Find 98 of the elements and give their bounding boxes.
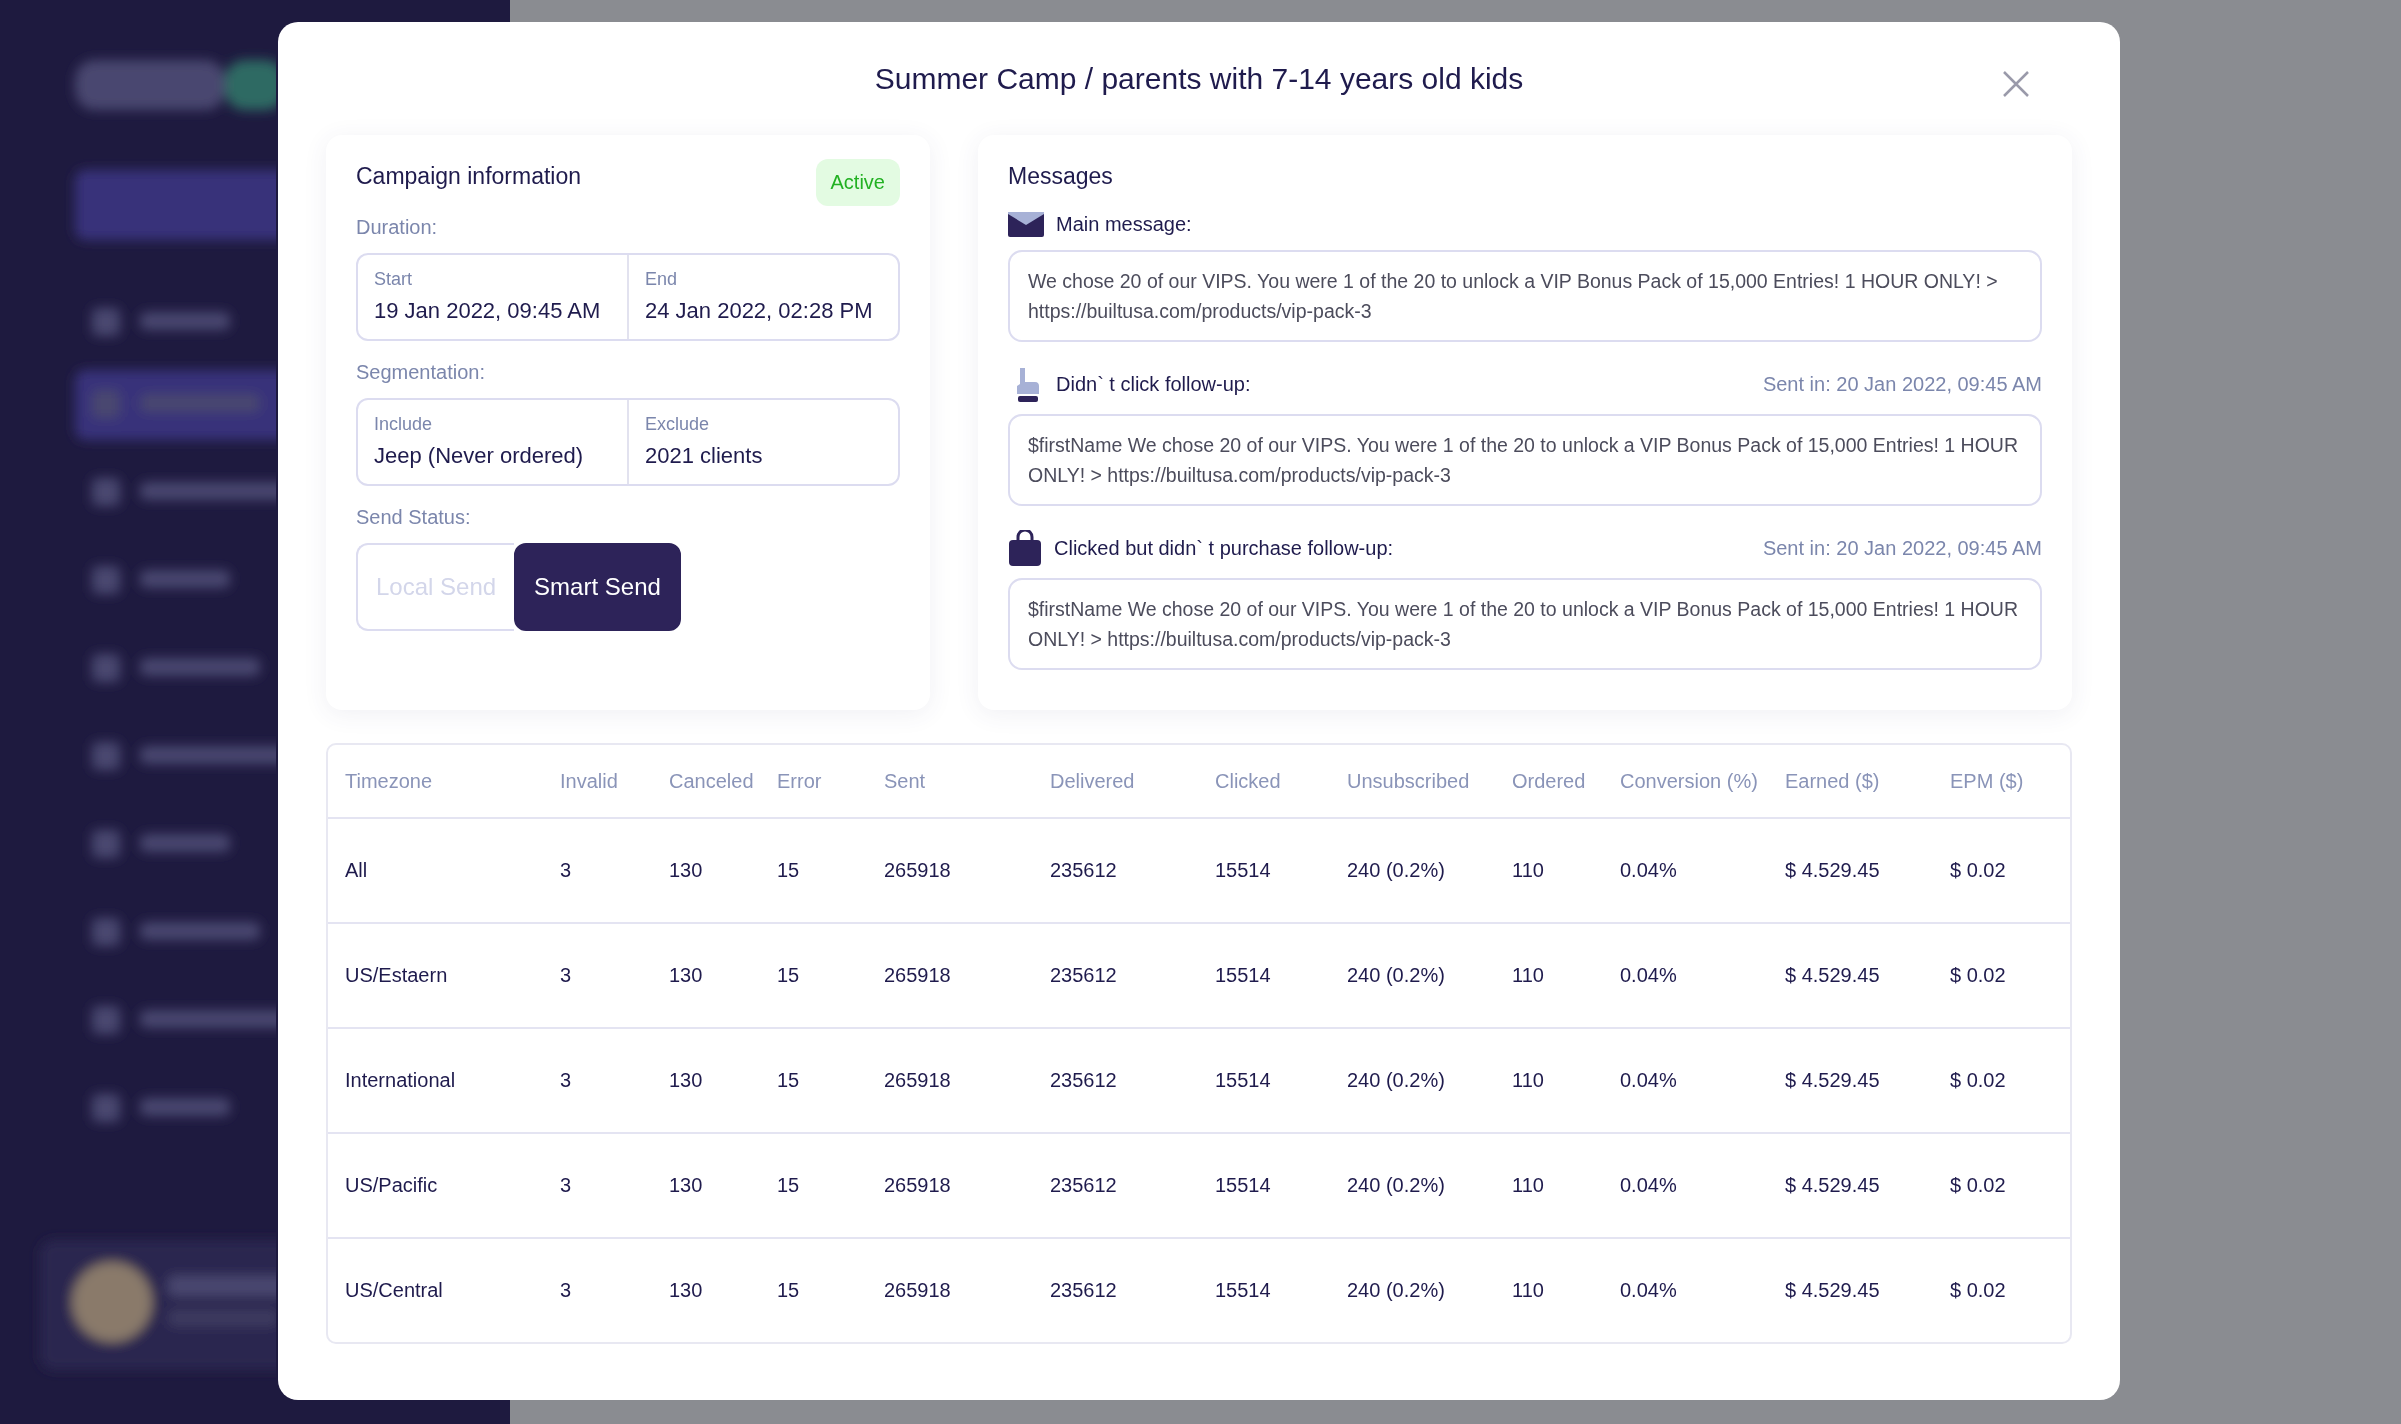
table-cell-text: US/Central xyxy=(344,1278,444,1303)
table-cell: 15514 xyxy=(1198,924,1330,1029)
table-cell: 240 (0.2%) xyxy=(1330,1029,1495,1134)
field-label: Exclude xyxy=(645,414,711,435)
send-option[interactable]: Smart Send xyxy=(514,543,681,631)
sent-time: Sent in: 20 Jan 2022, 09:45 AM xyxy=(1762,372,2042,396)
table-cell: US/Pacific xyxy=(328,1134,543,1239)
message-label: Clicked but didn` t purchase follow-up: xyxy=(1054,536,1395,560)
table-cell: 110 xyxy=(1495,924,1603,1029)
message-label: Main message: xyxy=(1056,212,1193,236)
section-label: Send Status: xyxy=(356,506,472,529)
column-header: Error xyxy=(760,745,867,819)
table-cell: 240 (0.2%) xyxy=(1330,819,1495,924)
column-header: Earned ($) xyxy=(1768,745,1933,819)
table-cell-text: 265918 xyxy=(883,1278,952,1303)
table-cell: 15 xyxy=(760,819,867,924)
table-cell: 3 xyxy=(543,1134,652,1239)
table-cell: 130 xyxy=(652,924,760,1029)
modal-title: Summer Camp / parents with 7-14 years old kids xyxy=(874,61,1524,96)
field-label: Start xyxy=(374,269,413,290)
column-header: Invalid xyxy=(543,745,652,819)
table-cell: 15 xyxy=(760,1029,867,1134)
table-cell: 0.04% xyxy=(1603,819,1768,924)
table-cell: US/Estaern xyxy=(328,924,543,1029)
field-label: End xyxy=(645,269,679,290)
table-cell: 235612 xyxy=(1033,924,1198,1029)
table-cell: All xyxy=(328,819,543,924)
column-header: Ordered xyxy=(1495,745,1603,819)
table-cell-text: 3 xyxy=(559,1278,573,1303)
table-cell-text: 130 xyxy=(668,1278,704,1303)
section-label: Segmentation: xyxy=(356,361,486,384)
table-cell: 15514 xyxy=(1198,1029,1330,1134)
section-label: Duration: xyxy=(356,216,439,239)
table-cell: 235612 xyxy=(1033,1134,1198,1239)
message-label: Didn` t click follow-up: xyxy=(1056,372,1252,396)
table-cell: $ 4.529.45 xyxy=(1768,1134,1933,1239)
table-cell: $ 0.02 xyxy=(1933,1134,2070,1239)
column-header: Unsubscribed xyxy=(1330,745,1495,819)
table-cell-text: 235612 xyxy=(1049,1278,1118,1303)
table-cell: 235612 xyxy=(1033,1029,1198,1134)
table-cell: $ 0.02 xyxy=(1933,924,2070,1029)
table-cell-text: 0.04% xyxy=(1619,1278,1678,1303)
envelope-icon xyxy=(1008,210,1044,238)
column-header: Clicked xyxy=(1198,745,1330,819)
table-cell: 235612 xyxy=(1033,819,1198,924)
column-header: Timezone xyxy=(328,745,543,819)
message-text: $firstName We chose 20 of our VIPS. You were 1 of the 20 to unlock a VIP Bonus Pack of 15,000 Entries! 1 HOUR ONLY! > https://builtusa.com/products/vip-pack-3 xyxy=(1008,414,2042,506)
table-cell: 130 xyxy=(652,819,760,924)
column-header: Conversion (%) xyxy=(1603,745,1768,819)
table-cell: 265918 xyxy=(867,819,1033,924)
table-cell: $ 0.02 xyxy=(1933,819,2070,924)
table-cell-text: 15514 xyxy=(1214,1278,1272,1303)
column-header: Canceled xyxy=(652,745,760,819)
table-cell: 0.04% xyxy=(1603,1134,1768,1239)
table-cell: 3 xyxy=(543,924,652,1029)
table-cell: 265918 xyxy=(867,924,1033,1029)
status-badge: Active xyxy=(815,159,900,206)
table-cell: 110 xyxy=(1495,819,1603,924)
table-cell: International xyxy=(328,1029,543,1134)
table-cell: $ 4.529.45 xyxy=(1768,1029,1933,1134)
table-cell: 3 xyxy=(543,1029,652,1134)
table-cell: 15 xyxy=(760,1134,867,1239)
field-value: 19 Jan 2022, 09:45 AM xyxy=(374,298,602,324)
field-label: Include xyxy=(374,414,434,435)
table-cell: 240 (0.2%) xyxy=(1330,1134,1495,1239)
table-cell: 110 xyxy=(1495,1134,1603,1239)
table-cell: $ 0.02 xyxy=(1933,1029,2070,1134)
field-value: 24 Jan 2022, 02:28 PM xyxy=(645,298,874,324)
table-cell-text: 240 (0.2%) xyxy=(1346,1278,1446,1303)
message-text: $firstName We chose 20 of our VIPS. You were 1 of the 20 to unlock a VIP Bonus Pack of 15,000 Entries! 1 HOUR ONLY! > https://builtusa.com/products/vip-pack-3 xyxy=(1008,578,2042,670)
table-cell: 130 xyxy=(652,1029,760,1134)
card-title: Campaign information xyxy=(356,163,581,190)
card-title: Messages xyxy=(1008,163,1114,190)
table-cell: 15514 xyxy=(1198,1134,1330,1239)
column-header: Delivered xyxy=(1033,745,1198,819)
table-cell: 110 xyxy=(1495,1029,1603,1134)
table-cell: 15514 xyxy=(1198,819,1330,924)
field-value: 2021 clients xyxy=(645,443,764,469)
table-cell: 265918 xyxy=(867,1134,1033,1239)
column-header: EPM ($) xyxy=(1933,745,2070,819)
column-header: Sent xyxy=(867,745,1033,819)
table-cell-text: $ 4.529.45 xyxy=(1784,1278,1881,1303)
table-cell: 130 xyxy=(652,1134,760,1239)
shopping-bag-icon xyxy=(1008,530,1042,566)
field-value: Jeep (Never ordered) xyxy=(374,443,585,469)
table-cell: 0.04% xyxy=(1603,1029,1768,1134)
table-cell: $ 4.529.45 xyxy=(1768,819,1933,924)
table-cell: 15 xyxy=(760,924,867,1029)
table-cell: $ 4.529.45 xyxy=(1768,924,1933,1029)
table-cell: 240 (0.2%) xyxy=(1330,924,1495,1029)
message-text: We chose 20 of our VIPS. You were 1 of the 20 to unlock a VIP Bonus Pack of 15,000 Entries! 1 HOUR ONLY! > https://builtusa.com/products/vip-pack-3 xyxy=(1008,250,2042,342)
table-cell: 0.04% xyxy=(1603,924,1768,1029)
table-cell: 3 xyxy=(543,819,652,924)
table-cell-text: 110 xyxy=(1511,1278,1545,1303)
sent-time: Sent in: 20 Jan 2022, 09:45 AM xyxy=(1762,536,2042,560)
table-cell-text: $ 0.02 xyxy=(1949,1278,2007,1303)
table-cell-text: 15 xyxy=(776,1278,801,1303)
table-cell: 265918 xyxy=(867,1029,1033,1134)
